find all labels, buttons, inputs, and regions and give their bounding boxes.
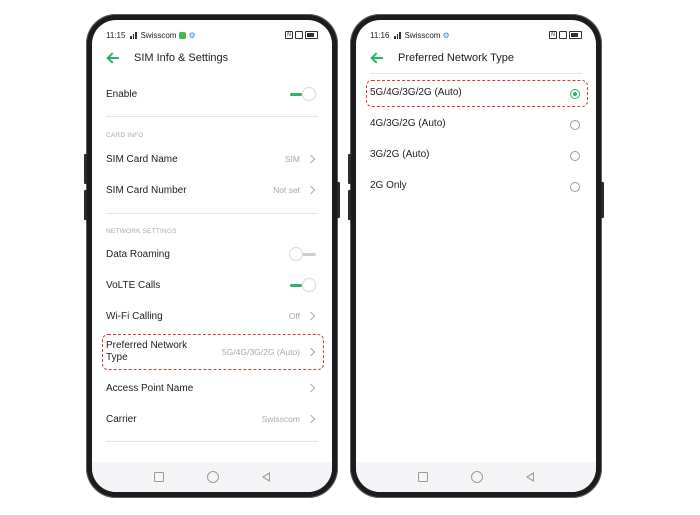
title-bar: Preferred Network Type: [370, 48, 582, 68]
carrier-row[interactable]: Carrier Swisscom: [106, 408, 318, 430]
volte-calls-toggle[interactable]: [290, 279, 316, 291]
sim-card-name-value: SIM: [284, 154, 300, 164]
status-time: 11:16: [370, 30, 390, 40]
nav-bar: [356, 462, 596, 492]
radio-icon[interactable]: [570, 120, 580, 130]
enable-row[interactable]: Enable: [106, 83, 318, 105]
data-roaming-label: Data Roaming: [106, 248, 170, 260]
data-roaming-toggle[interactable]: [290, 248, 316, 260]
recent-apps-icon[interactable]: [153, 472, 164, 482]
phone-left: 11:15 Swisscom ⚙ N SIM Info & Settings E…: [84, 14, 340, 498]
back-triangle-icon[interactable]: [262, 472, 271, 482]
status-carrier: Swisscom: [404, 30, 441, 40]
volume-button: [348, 154, 351, 184]
sim-card-name-row[interactable]: SIM Card Name SIM: [106, 148, 318, 170]
volume-button: [84, 154, 87, 184]
volume-button: [348, 190, 351, 220]
nav-bar: [92, 462, 332, 492]
screen-preferred-network: 11:16 Swisscom ⚙ N Preferred Network Typ…: [356, 20, 596, 492]
back-arrow-icon[interactable]: [106, 51, 120, 65]
page-title: Preferred Network Type: [398, 52, 514, 64]
option-4g-3g-2g-auto[interactable]: 4G/3G/2G (Auto): [370, 118, 446, 129]
chevron-right-icon: [306, 347, 316, 357]
section-network-settings: NETWORK SETTINGS: [106, 228, 177, 235]
enable-toggle[interactable]: [290, 88, 316, 100]
home-icon[interactable]: [206, 471, 219, 483]
radio-icon[interactable]: [570, 151, 580, 161]
settings-gear-icon: ⚙: [442, 30, 450, 40]
battery-icon: [569, 31, 582, 39]
sim-card-number-row[interactable]: SIM Card Number Not set: [106, 179, 318, 201]
back-arrow-icon[interactable]: [370, 51, 384, 65]
volte-calls-row[interactable]: VoLTE Calls: [106, 274, 318, 296]
power-button: [601, 182, 604, 218]
wifi-calling-value: Off: [288, 311, 300, 321]
vibrate-icon: [295, 31, 303, 39]
battery-icon: [305, 31, 318, 39]
signal-icon: [130, 31, 138, 39]
radio-icon[interactable]: [570, 182, 580, 192]
volume-button: [84, 190, 87, 220]
divider: [370, 73, 582, 74]
sim-card-number-label: SIM Card Number: [106, 184, 187, 196]
chevron-right-icon: [306, 185, 316, 195]
chevron-right-icon: [306, 154, 316, 164]
settings-gear-icon: ⚙: [188, 30, 196, 40]
phone-right: 11:16 Swisscom ⚙ N Preferred Network Typ…: [348, 14, 604, 498]
status-carrier: Swisscom: [140, 30, 177, 40]
option-5g-4g-3g-2g-auto[interactable]: 5G/4G/3G/2G (Auto): [370, 87, 462, 98]
preferred-network-type-line2: Type: [106, 352, 128, 363]
chevron-right-icon: [306, 311, 316, 321]
signal-icon: [394, 31, 402, 39]
chevron-right-icon: [306, 414, 316, 424]
nfc-icon: N: [285, 31, 293, 39]
preferred-network-type-label: Preferred Network Type: [106, 340, 187, 364]
carrier-value: Swisscom: [261, 414, 300, 424]
preferred-network-type-row[interactable]: Preferred Network Type 5G/4G/3G/2G (Auto…: [106, 338, 318, 366]
home-icon[interactable]: [470, 471, 483, 483]
sim-card-name-label: SIM Card Name: [106, 153, 178, 165]
vibrate-icon: [559, 31, 567, 39]
enable-label: Enable: [106, 88, 138, 100]
divider: [106, 213, 318, 214]
recent-apps-icon[interactable]: [417, 472, 428, 482]
access-point-name-label: Access Point Name: [106, 382, 194, 394]
wifi-calling-row[interactable]: Wi-Fi Calling Off: [106, 305, 318, 327]
carrier-label: Carrier: [106, 413, 137, 425]
radio-selected-icon[interactable]: [570, 89, 580, 99]
chevron-right-icon: [306, 383, 316, 393]
wifi-calling-label: Wi-Fi Calling: [106, 310, 163, 322]
nfc-icon: N: [549, 31, 557, 39]
preferred-network-type-line1: Preferred Network: [106, 340, 188, 351]
sim-badge-icon: [179, 31, 187, 39]
divider: [106, 116, 318, 117]
status-bar: 11:16 Swisscom ⚙ N: [370, 28, 582, 42]
data-roaming-row[interactable]: Data Roaming: [106, 243, 318, 265]
divider: [106, 441, 318, 442]
preferred-network-type-value: 5G/4G/3G/2G (Auto): [222, 347, 300, 357]
title-bar: SIM Info & Settings: [106, 48, 318, 68]
option-2g-only[interactable]: 2G Only: [370, 180, 407, 191]
sim-card-number-value: Not set: [273, 185, 300, 195]
screen-sim-info: 11:15 Swisscom ⚙ N SIM Info & Settings E…: [92, 20, 332, 492]
section-card-info: CARD INFO: [106, 132, 144, 139]
back-triangle-icon[interactable]: [526, 472, 535, 482]
power-button: [337, 182, 340, 218]
option-3g-2g-auto[interactable]: 3G/2G (Auto): [370, 149, 429, 160]
volte-calls-label: VoLTE Calls: [106, 279, 161, 291]
page-title: SIM Info & Settings: [134, 52, 229, 64]
status-bar: 11:15 Swisscom ⚙ N: [106, 28, 318, 42]
access-point-name-row[interactable]: Access Point Name: [106, 377, 318, 399]
status-time: 11:15: [106, 30, 126, 40]
